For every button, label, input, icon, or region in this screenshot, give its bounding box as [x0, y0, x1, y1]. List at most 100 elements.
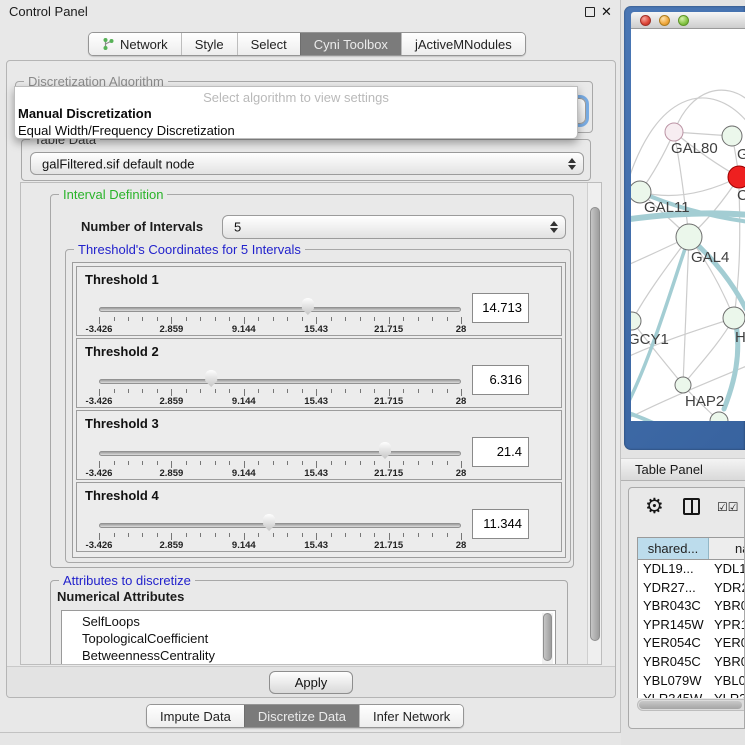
threshold-value-field[interactable]: 11.344 [472, 509, 529, 539]
node-unlabeled[interactable] [710, 412, 728, 421]
cell-name: YPR1 [709, 616, 745, 635]
tab-style[interactable]: Style [181, 33, 237, 55]
tab-impute-data[interactable]: Impute Data [147, 705, 244, 727]
tick-mark [142, 317, 143, 321]
node-gcy1[interactable] [631, 312, 641, 330]
numerical-attributes-label: Numerical Attributes [57, 589, 184, 604]
slider-track[interactable] [99, 451, 461, 456]
tick-mark [403, 461, 404, 465]
list-scrollbar[interactable] [542, 613, 553, 665]
tab-cyni-toolbox[interactable]: Cyni Toolbox [300, 33, 401, 55]
slider-track[interactable] [99, 379, 461, 384]
numerical-attributes-list[interactable]: SelfLoopsTopologicalCoefficientBetweenne… [61, 610, 556, 665]
tick-mark [316, 317, 317, 324]
tick-mark [157, 533, 158, 537]
tick-mark [418, 317, 419, 321]
table-row[interactable]: YBL079WYBL0 [638, 672, 745, 691]
network-canvas[interactable]: GAL80GCGAL11GAL4GCY1HHAP2 [631, 29, 745, 421]
node-label: C [737, 187, 745, 204]
node-gal80[interactable] [665, 123, 683, 141]
slider-handle[interactable] [262, 514, 277, 531]
zoom-traffic-light-icon[interactable] [678, 15, 689, 26]
tick-mark [447, 317, 448, 321]
node-hap2[interactable] [675, 377, 691, 393]
slider-handle[interactable] [378, 442, 393, 459]
threshold-value-field[interactable]: 21.4 [472, 437, 529, 467]
column-header-name[interactable]: na [709, 538, 745, 559]
table-row[interactable]: YDR27...YDR2 [638, 579, 745, 598]
tab-select[interactable]: Select [237, 33, 300, 55]
split-columns-icon[interactable] [683, 498, 700, 515]
tick-mark [244, 389, 245, 396]
tick-label: 2.859 [160, 468, 184, 479]
table-panel-toolbar: ⚙ ☑☑ [629, 488, 744, 532]
tick-label: -3.426 [86, 396, 113, 407]
control-panel-window: Control Panel ✕ Network StyleSelect Cyni T… [0, 0, 621, 733]
group-label: Attributes to discretize [59, 573, 195, 588]
threshold-value-field[interactable]: 6.316 [472, 365, 529, 395]
tick-mark [374, 461, 375, 465]
horizontal-scrollbar[interactable] [637, 699, 745, 711]
tab-discretize-data[interactable]: Discretize Data [244, 705, 359, 727]
tick-mark [461, 389, 462, 396]
tab-infer-network[interactable]: Infer Network [359, 705, 463, 727]
table-row[interactable]: YDL19...YDL1 [638, 560, 745, 579]
tick-mark [215, 533, 216, 537]
number-of-intervals-select[interactable]: 5 [222, 215, 566, 239]
table-row[interactable]: YPR145WYPR1 [638, 616, 745, 635]
attribute-item-topologicalcoefficient[interactable]: TopologicalCoefficient [82, 630, 555, 647]
tick-mark [389, 533, 390, 540]
tick-mark [287, 533, 288, 537]
tick-label: 21.715 [374, 396, 403, 407]
table-row[interactable]: YER054CYER0 [638, 634, 745, 653]
table-data-group: Table Data galFiltered.sif default node [21, 139, 591, 181]
column-header-shared[interactable]: shared... [638, 538, 709, 559]
slider-handle[interactable] [204, 370, 219, 387]
node-gal4[interactable] [676, 224, 702, 250]
minimize-traffic-light-icon[interactable] [659, 15, 670, 26]
attribute-item-betweennesscentrality[interactable]: BetweennessCentrality [82, 647, 555, 664]
tab-label: Cyni Toolbox [314, 37, 388, 52]
tick-mark [128, 389, 129, 393]
tab-label: Network [120, 37, 168, 52]
table-row[interactable]: YBR043CYBR0 [638, 597, 745, 616]
control-panel-titlebar: Control Panel ✕ [0, 0, 620, 24]
tab-network[interactable]: Network [89, 33, 181, 55]
threshold-value-field[interactable]: 14.713 [472, 293, 529, 323]
tick-label: -3.426 [86, 324, 113, 335]
tick-mark [287, 317, 288, 321]
thresholds-panel: Threshold 1-3.4262.8599.14415.4321.71528… [72, 262, 566, 558]
tab-jactivemnodules[interactable]: jActiveMNodules [401, 33, 525, 55]
tick-label: 15.43 [304, 324, 328, 335]
float-window-icon[interactable] [585, 7, 595, 17]
node-g[interactable] [722, 126, 742, 146]
apply-button[interactable]: Apply [269, 671, 353, 694]
tick-label: 15.43 [304, 396, 328, 407]
table-row[interactable]: YLR345WYLR3 [638, 690, 745, 698]
tick-mark [403, 533, 404, 537]
cell-shared-name: YBL079W [638, 672, 709, 691]
algorithm-option-equal-width-frequency-discretization[interactable]: Equal Width/Frequency Discretization [15, 122, 577, 139]
algorithm-option-manual-discretization[interactable]: Manual Discretization [15, 105, 577, 122]
slider-track[interactable] [99, 523, 461, 528]
tick-mark [114, 533, 115, 537]
attribute-item-selfloops[interactable]: SelfLoops [82, 613, 555, 630]
tick-mark [258, 317, 259, 321]
close-traffic-light-icon[interactable] [640, 15, 651, 26]
table-row[interactable]: YBR045CYBR0 [638, 653, 745, 672]
tick-mark [360, 389, 361, 393]
vertical-scrollbar[interactable] [587, 183, 601, 664]
cell-shared-name: YDR27... [638, 579, 709, 598]
close-icon[interactable]: ✕ [601, 4, 612, 20]
slider-track[interactable] [99, 307, 461, 312]
node-c[interactable] [728, 166, 745, 188]
tick-mark [258, 389, 259, 393]
column-checkboxes-icon[interactable]: ☑☑ [717, 500, 739, 514]
cell-shared-name: YPR145W [638, 616, 709, 635]
node-h[interactable] [723, 307, 745, 329]
slider-handle[interactable] [300, 298, 315, 315]
tick-mark [316, 389, 317, 396]
settings-gear-icon[interactable]: ⚙ [645, 494, 664, 518]
tick-mark [128, 533, 129, 537]
table-data-select[interactable]: galFiltered.sif default node [30, 152, 584, 175]
